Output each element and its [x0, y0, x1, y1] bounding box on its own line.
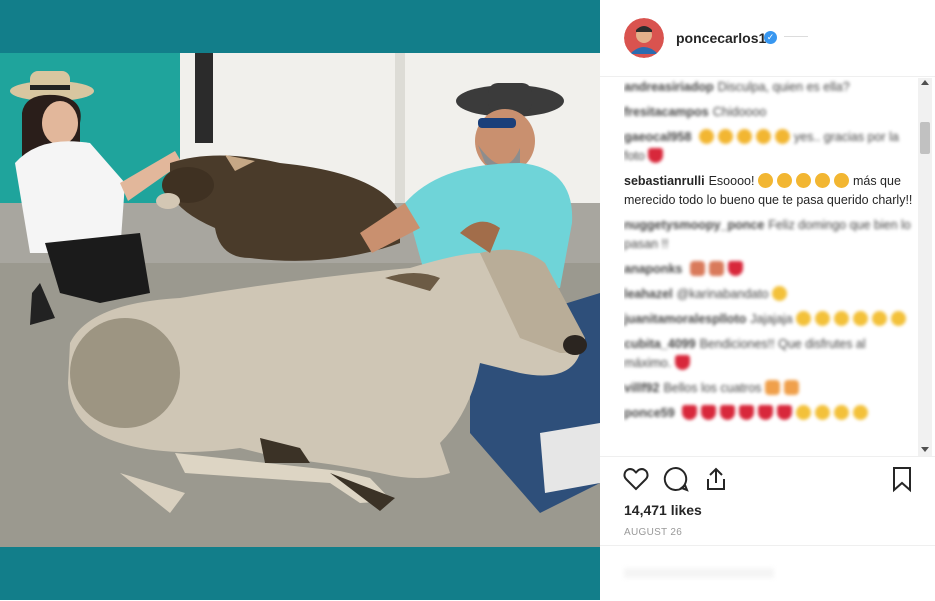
- scroll-up-arrow-icon[interactable]: [921, 80, 929, 85]
- comment: nuggetysmoopy_ponce Feliz domingo que bie…: [624, 216, 914, 254]
- add-comment-placeholder: [624, 568, 774, 578]
- heart-icon[interactable]: [622, 465, 650, 493]
- scroll-down-arrow-icon[interactable]: [921, 447, 929, 452]
- verified-badge-icon: ✓: [764, 31, 777, 44]
- smile-emoji-icon: [834, 405, 850, 420]
- heart-emoji-icon: [648, 148, 664, 163]
- header-divider: [784, 36, 808, 37]
- clap-emoji-icon: [814, 173, 830, 188]
- heart-emoji-icon: [674, 355, 690, 370]
- comment: juanitamoralesplloto Jajajaja: [624, 310, 914, 329]
- share-icon[interactable]: [702, 465, 730, 493]
- cat-emoji-icon: [783, 380, 799, 395]
- heart-emoji-icon: [682, 405, 698, 420]
- smile-emoji-icon: [853, 405, 869, 420]
- comment-username[interactable]: cubita_4099: [624, 337, 696, 351]
- post-photo[interactable]: [0, 53, 600, 547]
- bookmark-icon[interactable]: [888, 465, 916, 493]
- clap-emoji-icon: [698, 129, 714, 144]
- heart-emoji-icon: [758, 405, 774, 420]
- smile-emoji-icon: [796, 405, 812, 420]
- clap-emoji-icon: [717, 129, 733, 144]
- heart-emoji-icon: [739, 405, 755, 420]
- clap-emoji-icon: [774, 129, 790, 144]
- post-media: [0, 0, 600, 600]
- comment-text: Disculpa, quien es ella?: [717, 80, 850, 94]
- post-header: poncecarlos1 ✓: [600, 0, 935, 77]
- hands-emoji-icon: [708, 261, 724, 276]
- comments-scrollbar[interactable]: [918, 78, 932, 456]
- smile-emoji-icon: [815, 405, 831, 420]
- comment-text: Esoooo!: [708, 174, 755, 188]
- smile-emoji-icon: [772, 286, 788, 301]
- scrollbar-thumb[interactable]: [920, 122, 930, 154]
- comment-username[interactable]: nuggetysmoopy_ponce: [624, 218, 764, 232]
- smile-emoji-icon: [872, 311, 888, 326]
- comment-username[interactable]: andreasiriadop: [624, 80, 714, 94]
- heart-emoji-icon: [727, 261, 743, 276]
- heart-emoji-icon: [777, 405, 793, 420]
- avatar[interactable]: [624, 18, 664, 58]
- post-date[interactable]: AUGUST 26: [624, 527, 682, 538]
- clap-emoji-icon: [776, 173, 792, 188]
- comment-username[interactable]: sebastianrulli: [624, 174, 705, 188]
- username-link[interactable]: poncecarlos1: [676, 30, 766, 46]
- comment: anaponks: [624, 260, 914, 279]
- comment-username[interactable]: fresitacampos: [624, 105, 709, 119]
- clap-emoji-icon: [795, 173, 811, 188]
- comment-username[interactable]: anaponks: [624, 262, 682, 276]
- comment-username[interactable]: juanitamoralesplloto: [624, 312, 746, 326]
- comment: villf92 Bellos los cuatros: [624, 379, 914, 398]
- post-sidebar: poncecarlos1 ✓ andreasiriadop Disculpa, q…: [600, 0, 935, 600]
- hands-emoji-icon: [689, 261, 705, 276]
- comment: cubita_4099 Bendiciones!! Que disfrutes a…: [624, 335, 914, 373]
- smile-emoji-icon: [815, 311, 831, 326]
- heart-emoji-icon: [701, 405, 717, 420]
- comment-text: Bellos los cuatros: [663, 381, 762, 395]
- smile-emoji-icon: [796, 311, 812, 326]
- clap-emoji-icon: [833, 173, 849, 188]
- post-actions: 14,471 likes AUGUST 26: [600, 456, 935, 557]
- comment: ponce59: [624, 404, 914, 423]
- comment-text: @karinabandato: [676, 287, 769, 301]
- comment-username[interactable]: gaeocal958: [624, 130, 691, 144]
- comment: leahazel @karinabandato: [624, 285, 914, 304]
- comment-text: Jajajaja: [750, 312, 793, 326]
- comment-username[interactable]: ponce59: [624, 406, 675, 420]
- cat-emoji-icon: [764, 380, 780, 395]
- comment-username[interactable]: villf92: [624, 381, 659, 395]
- comments-list: andreasiriadop Disculpa, quien es ella? f…: [624, 78, 914, 456]
- comment-username[interactable]: leahazel: [624, 287, 673, 301]
- likes-count[interactable]: 14,471 likes: [624, 502, 702, 518]
- comment: gaeocal958 yes.. gracias por la foto: [624, 128, 914, 166]
- smile-emoji-icon: [834, 311, 850, 326]
- comment: fresitacampos Chidoooo: [624, 103, 914, 122]
- comment-text: Chidoooo: [712, 105, 767, 119]
- comment: sebastianrulli Esoooo! más que merecido t…: [624, 172, 914, 210]
- add-comment-area[interactable]: [600, 545, 935, 601]
- comment: andreasiriadop Disculpa, quien es ella?: [624, 78, 914, 97]
- smile-emoji-icon: [853, 311, 869, 326]
- heart-emoji-icon: [720, 405, 736, 420]
- comment-bubble-icon[interactable]: [662, 465, 690, 493]
- smile-emoji-icon: [891, 311, 907, 326]
- clap-emoji-icon: [757, 173, 773, 188]
- clap-emoji-icon: [755, 129, 771, 144]
- clap-emoji-icon: [736, 129, 752, 144]
